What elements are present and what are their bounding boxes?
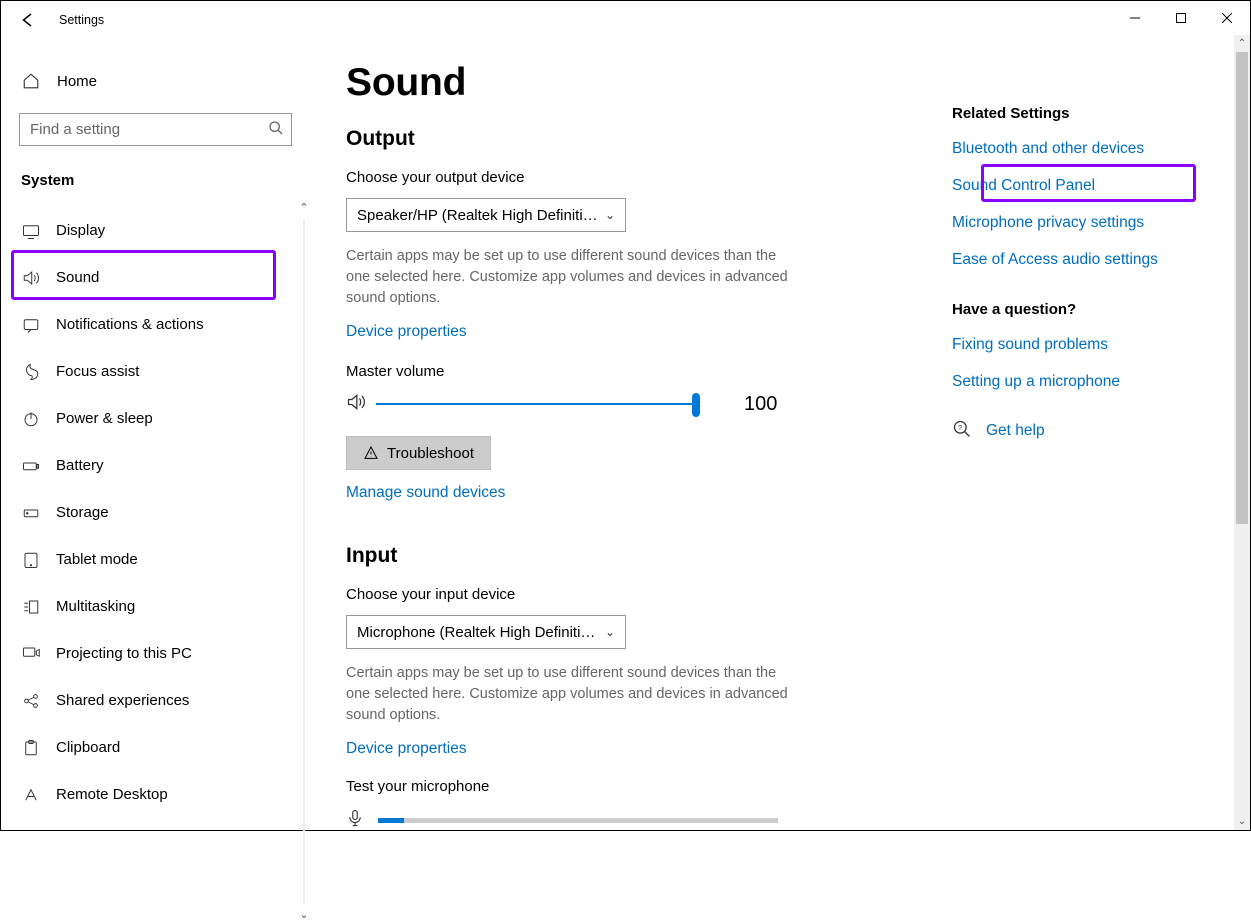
sidebar-item-battery[interactable]: Battery — [1, 442, 310, 489]
display-icon — [21, 222, 41, 240]
mic-privacy-link[interactable]: Microphone privacy settings — [952, 214, 1250, 232]
sidebar-item-display[interactable]: Display — [1, 207, 310, 254]
choose-output-label: Choose your output device — [346, 169, 930, 186]
minimize-button[interactable] — [1112, 3, 1158, 33]
troubleshoot-button[interactable]: Troubleshoot — [346, 436, 491, 470]
sidebar-item-notifications[interactable]: Notifications & actions — [1, 301, 310, 348]
svg-text:?: ? — [958, 423, 962, 432]
home-icon — [21, 72, 41, 90]
battery-icon — [21, 457, 41, 475]
focus-icon — [21, 363, 41, 381]
sidebar-item-label: Battery — [56, 457, 104, 474]
back-icon[interactable] — [19, 11, 37, 29]
troubleshoot-label: Troubleshoot — [387, 445, 474, 462]
sidebar-item-label: Shared experiences — [56, 692, 189, 709]
question-heading: Have a question? — [952, 301, 1250, 318]
sidebar-item-label: Multitasking — [56, 598, 135, 615]
output-heading: Output — [346, 127, 930, 151]
sidebar-item-multitasking[interactable]: Multitasking — [1, 583, 310, 630]
page-title: Sound — [346, 61, 930, 105]
sidebar-item-sound[interactable]: Sound — [1, 254, 310, 301]
home-label: Home — [57, 73, 97, 90]
close-button[interactable] — [1204, 3, 1250, 33]
test-mic-label: Test your microphone — [346, 778, 930, 795]
sidebar-item-projecting[interactable]: Projecting to this PC — [1, 630, 310, 677]
projecting-icon — [21, 645, 41, 663]
sidebar-item-label: Notifications & actions — [56, 316, 204, 333]
sidebar-item-label: Sound — [56, 269, 99, 286]
sidebar-item-label: Storage — [56, 504, 109, 521]
search-input[interactable] — [19, 113, 292, 146]
master-volume-label: Master volume — [346, 363, 930, 380]
output-device-select[interactable]: Speaker/HP (Realtek High Definiti… ⌄ — [346, 198, 626, 232]
input-info: Certain apps may be set up to use differ… — [346, 663, 796, 726]
manage-devices-link[interactable]: Manage sound devices — [346, 484, 505, 502]
volume-slider[interactable] — [376, 403, 696, 405]
sidebar-item-tablet[interactable]: Tablet mode — [1, 536, 310, 583]
group-heading: System — [1, 164, 310, 207]
sidebar-item-shared[interactable]: Shared experiences — [1, 677, 310, 724]
sidebar-item-focus[interactable]: Focus assist — [1, 348, 310, 395]
sidebar-item-label: Tablet mode — [56, 551, 138, 568]
output-info: Certain apps may be set up to use differ… — [346, 246, 796, 309]
sidebar-item-label: Projecting to this PC — [56, 645, 192, 662]
maximize-button[interactable] — [1158, 3, 1204, 33]
sidebar-item-clipboard[interactable]: Clipboard — [1, 724, 310, 771]
storage-icon — [21, 504, 41, 522]
output-device-props-link[interactable]: Device properties — [346, 323, 467, 341]
sidebar-item-label: Clipboard — [56, 739, 120, 756]
sidebar-item-label: Power & sleep — [56, 410, 153, 427]
get-help-link[interactable]: Get help — [986, 422, 1045, 440]
sidebar-item-power[interactable]: Power & sleep — [1, 395, 310, 442]
notifications-icon — [21, 316, 41, 334]
sidebar-scrollbar[interactable]: ⌃⌄ — [298, 205, 310, 918]
choose-input-label: Choose your input device — [346, 586, 930, 603]
remote-icon — [21, 786, 41, 804]
clipboard-icon — [21, 739, 41, 757]
chevron-down-icon: ⌄ — [605, 625, 615, 639]
sound-icon — [21, 269, 41, 287]
bluetooth-link[interactable]: Bluetooth and other devices — [952, 140, 1250, 158]
sound-control-panel-link[interactable]: Sound Control Panel — [952, 177, 1250, 195]
sidebar-item-remote[interactable]: Remote Desktop — [1, 771, 310, 818]
shared-icon — [21, 692, 41, 710]
mic-setup-link[interactable]: Setting up a microphone — [952, 373, 1250, 391]
input-heading: Input — [346, 544, 930, 568]
home-nav[interactable]: Home — [1, 63, 310, 99]
sidebar-item-label: Remote Desktop — [56, 786, 168, 803]
sidebar-item-storage[interactable]: Storage — [1, 489, 310, 536]
speaker-icon[interactable] — [346, 392, 366, 416]
related-settings-heading: Related Settings — [952, 105, 1250, 122]
fixing-sound-link[interactable]: Fixing sound problems — [952, 336, 1250, 354]
input-device-props-link[interactable]: Device properties — [346, 740, 467, 758]
window-title: Settings — [59, 13, 104, 27]
volume-value: 100 — [744, 393, 777, 416]
output-device-value: Speaker/HP (Realtek High Definiti… — [357, 207, 598, 224]
multitasking-icon — [21, 598, 41, 616]
help-icon: ? — [952, 419, 972, 443]
input-device-select[interactable]: Microphone (Realtek High Definiti… ⌄ — [346, 615, 626, 649]
sidebar-item-label: Display — [56, 222, 105, 239]
mic-level-meter — [378, 818, 778, 823]
ease-access-link[interactable]: Ease of Access audio settings — [952, 251, 1250, 269]
power-icon — [21, 410, 41, 428]
tablet-icon — [21, 551, 41, 569]
content-scrollbar[interactable]: ⌃ ⌄ — [1234, 35, 1250, 830]
input-device-value: Microphone (Realtek High Definiti… — [357, 624, 595, 641]
microphone-icon — [346, 807, 364, 830]
chevron-down-icon: ⌄ — [605, 208, 615, 222]
sidebar-item-label: Focus assist — [56, 363, 139, 380]
